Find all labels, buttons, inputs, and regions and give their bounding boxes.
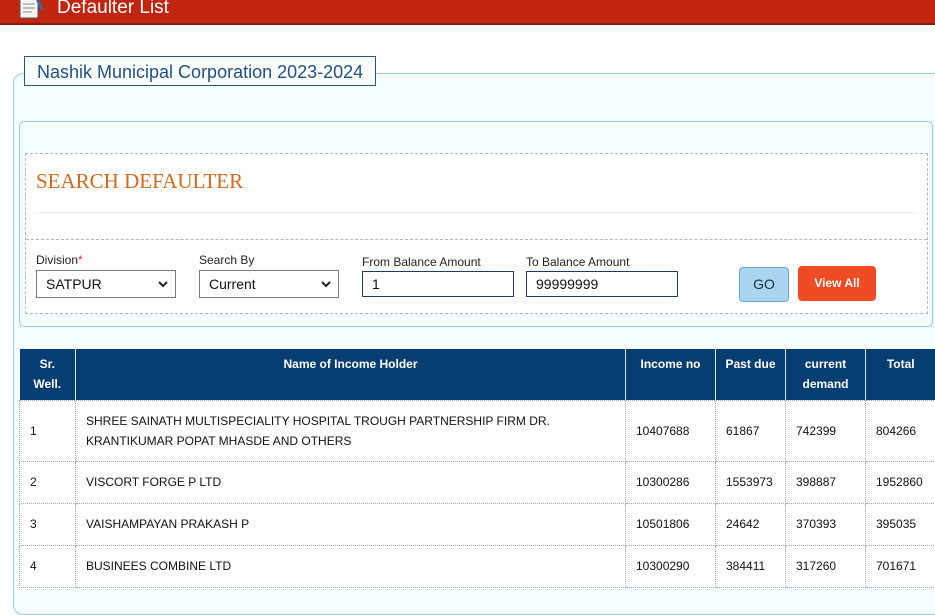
cell-income-no: 10300290 xyxy=(626,545,716,587)
cell-current-demand: 742399 xyxy=(786,400,866,461)
cell-past-due: 24642 xyxy=(716,503,786,545)
from-balance-input[interactable]: 1 xyxy=(362,271,514,297)
search-heading: SEARCH DEFAULTER xyxy=(36,168,243,194)
cell-sr: 3 xyxy=(20,503,76,545)
division-select[interactable]: SATPUR xyxy=(36,270,176,298)
division-selected: SATPUR xyxy=(46,276,102,292)
cell-income-no: 10300286 xyxy=(626,461,716,503)
required-marker: * xyxy=(78,253,83,267)
from-balance-label: From Balance Amount xyxy=(362,255,481,269)
cell-past-due: 1553973 xyxy=(716,461,786,503)
form-divider xyxy=(26,239,927,240)
column-header-total: Total xyxy=(866,349,935,400)
column-header-name: Name of Income Holder xyxy=(76,349,626,400)
cell-current-demand: 398887 xyxy=(786,461,866,503)
column-header-current-demand: current demand xyxy=(786,349,866,400)
cell-current-demand: 317260 xyxy=(786,545,866,587)
cell-total: 395035 xyxy=(866,503,935,545)
cell-income-no: 10501806 xyxy=(626,503,716,545)
page-title: Defaulter List xyxy=(57,0,169,20)
search-by-select[interactable]: Current xyxy=(199,270,339,298)
view-all-button[interactable]: View All xyxy=(798,266,876,301)
cell-past-due: 384411 xyxy=(716,545,786,587)
cell-past-due: 61867 xyxy=(716,400,786,461)
column-header-income-no: Income no xyxy=(626,349,716,400)
cell-total: 804266 xyxy=(866,400,935,461)
cell-total: 1952860 xyxy=(866,461,935,503)
cell-name: VAISHAMPAYAN PRAKASH P xyxy=(76,503,626,545)
cell-current-demand: 370393 xyxy=(786,503,866,545)
table-header-row: Sr. Well. Name of Income Holder Income n… xyxy=(20,349,935,400)
cell-name: VISCORT FORGE P LTD xyxy=(76,461,626,503)
cell-income-no: 10407688 xyxy=(626,400,716,461)
defaulter-table: Sr. Well. Name of Income Holder Income n… xyxy=(19,349,935,588)
column-header-sr: Sr. Well. xyxy=(20,349,76,400)
cell-sr: 4 xyxy=(20,545,76,587)
chevron-down-icon xyxy=(320,279,332,289)
cell-sr: 1 xyxy=(20,400,76,461)
document-pen-icon xyxy=(14,0,46,20)
go-button[interactable]: GO xyxy=(739,267,789,302)
to-balance-label: To Balance Amount xyxy=(526,255,629,269)
table-row: 3 VAISHAMPAYAN PRAKASH P 10501806 24642 … xyxy=(20,503,935,545)
header-bar: Defaulter List xyxy=(0,0,935,25)
chevron-down-icon xyxy=(157,279,169,289)
column-header-past-due: Past due xyxy=(716,349,786,400)
table-row: 4 BUSINEES COMBINE LTD 10300290 384411 3… xyxy=(20,545,935,587)
search-by-selected: Current xyxy=(209,276,256,292)
table-row: 1 SHREE SAINATH MULTISPECIALITY HOSPITAL… xyxy=(20,400,935,461)
search-by-label: Search By xyxy=(199,253,254,267)
corporation-legend: Nashik Municipal Corporation 2023-2024 xyxy=(24,56,376,86)
cell-sr: 2 xyxy=(20,461,76,503)
cell-name: BUSINEES COMBINE LTD xyxy=(76,545,626,587)
heading-divider xyxy=(36,212,916,213)
cell-name: SHREE SAINATH MULTISPECIALITY HOSPITAL T… xyxy=(76,400,626,461)
cell-total: 701671 xyxy=(866,545,935,587)
to-balance-input[interactable]: 99999999 xyxy=(526,271,678,297)
table-row: 2 VISCORT FORGE P LTD 10300286 1553973 3… xyxy=(20,461,935,503)
division-label: Division* xyxy=(36,253,83,267)
